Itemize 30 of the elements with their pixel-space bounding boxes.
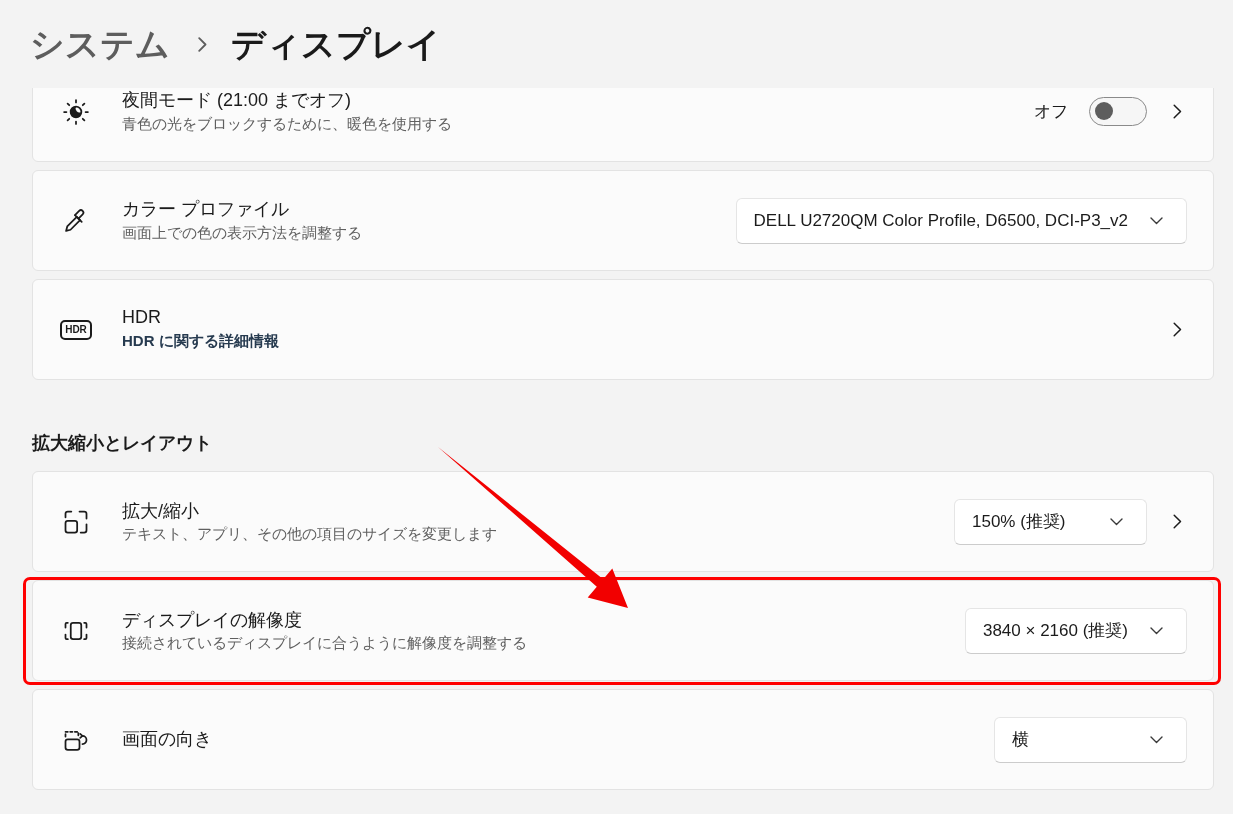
sun-icon — [62, 97, 90, 126]
setting-description: 画面上での色の表示方法を調整する — [122, 222, 363, 243]
setting-title: 夜間モード (21:00 までオフ) — [122, 89, 353, 113]
dropdown[interactable]: 150% (推奨) — [954, 498, 1147, 545]
setting-title: 拡大/縮小 — [122, 499, 200, 523]
setting-title: HDR — [122, 305, 162, 329]
section-heading: 拡大縮小とレイアウト — [32, 432, 213, 455]
chevron-down-icon — [1150, 735, 1163, 744]
setting-card[interactable]: 夜間モード (21:00 までオフ) 青色の光をブロックするために、暖色を使用する オフ — [32, 88, 1214, 162]
chevron-down-icon — [1150, 626, 1163, 635]
setting-card[interactable]: HDR HDR HDR に関する詳細情報 — [32, 279, 1214, 380]
dropdown[interactable]: 3840 × 2160 (推奨) — [964, 607, 1187, 654]
setting-description: 青色の光をブロックするために、暖色を使用する — [122, 113, 453, 134]
details-link[interactable]: HDR に関する詳細情報 — [122, 332, 279, 350]
toggle-state-label: オフ — [1034, 100, 1068, 123]
setting-title: ディスプレイの解像度 — [122, 608, 303, 632]
chevron-down-icon — [1110, 517, 1123, 526]
hdr-icon: HDR — [60, 319, 92, 340]
dropdown[interactable]: 横 — [994, 716, 1187, 763]
setting-card[interactable]: 拡大/縮小 テキスト、アプリ、その他の項目のサイズを変更します 150% (推奨) — [32, 471, 1214, 573]
toggle-switch[interactable] — [1089, 97, 1147, 126]
setting-title: 画面の向き — [122, 728, 213, 752]
chevron-right-icon — [198, 36, 207, 52]
breadcrumb-link[interactable]: システム — [30, 23, 170, 65]
setting-description: 接続されているディスプレイに合うように解像度を調整する — [122, 633, 528, 653]
page-title: ディスプレイ — [231, 23, 441, 65]
setting-description: テキスト、アプリ、その他の項目のサイズを変更します — [122, 524, 498, 544]
dropdown[interactable]: DELL U2720QM Color Profile, D6500, DCI-P3_v2 — [735, 197, 1187, 244]
setting-title: カラー プロファイル — [122, 198, 290, 222]
chevron-down-icon — [1150, 216, 1163, 225]
